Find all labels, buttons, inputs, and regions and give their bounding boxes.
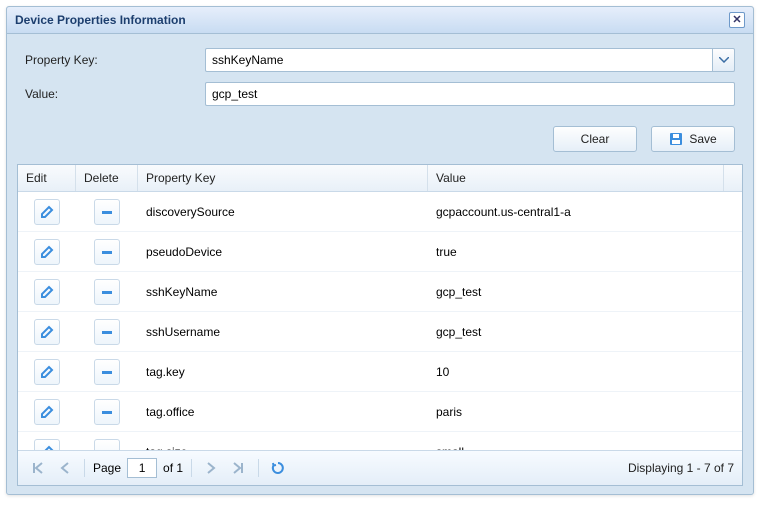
delete-button[interactable] <box>94 279 120 305</box>
cell-value: gcpaccount.us-central1-a <box>428 201 742 223</box>
page-prev-icon <box>60 462 70 474</box>
property-key-row: Property Key: <box>25 48 735 72</box>
clear-button[interactable]: Clear <box>553 126 637 152</box>
page-last-icon <box>233 462 245 474</box>
edit-pencil-icon <box>40 245 54 259</box>
dialog-header: Device Properties Information ✕ <box>7 7 753 34</box>
delete-minus-icon <box>100 405 114 419</box>
device-properties-dialog: Device Properties Information ✕ Property… <box>6 6 754 495</box>
col-header-scroll <box>724 165 742 191</box>
form-area: Property Key: Value: <box>7 34 753 122</box>
grid-header: Edit Delete Property Key Value <box>18 165 742 192</box>
button-row: Clear Save <box>7 122 753 164</box>
col-header-delete[interactable]: Delete <box>76 165 138 191</box>
cell-key: tag.office <box>138 401 428 423</box>
col-header-value[interactable]: Value <box>428 165 724 191</box>
value-row: Value: <box>25 82 735 106</box>
edit-pencil-icon <box>40 205 54 219</box>
close-icon: ✕ <box>732 14 741 26</box>
delete-minus-icon <box>100 245 114 259</box>
clear-label: Clear <box>581 132 610 146</box>
value-label: Value: <box>25 87 205 101</box>
table-row[interactable]: sshUsernamegcp_test <box>18 312 742 352</box>
edit-button[interactable] <box>34 319 60 345</box>
edit-button[interactable] <box>34 239 60 265</box>
refresh-button[interactable] <box>267 457 289 479</box>
close-button[interactable]: ✕ <box>729 12 745 28</box>
edit-button[interactable] <box>34 199 60 225</box>
table-row[interactable]: pseudoDevicetrue <box>18 232 742 272</box>
cell-key: pseudoDevice <box>138 241 428 263</box>
delete-button[interactable] <box>94 439 120 451</box>
separator <box>191 459 192 477</box>
grid-body[interactable]: discoverySourcegcpaccount.us-central1-ap… <box>18 192 742 450</box>
page-of-label: of 1 <box>163 461 183 475</box>
delete-minus-icon <box>100 445 114 451</box>
cell-value: true <box>428 241 742 263</box>
refresh-icon <box>271 461 285 475</box>
page-label: Page <box>93 461 121 475</box>
delete-button[interactable] <box>94 359 120 385</box>
cell-key: tag.key <box>138 361 428 383</box>
delete-button[interactable] <box>94 199 120 225</box>
page-first-icon <box>31 462 43 474</box>
page-input[interactable] <box>127 458 157 478</box>
col-header-key[interactable]: Property Key <box>138 165 428 191</box>
edit-button[interactable] <box>34 359 60 385</box>
chevron-down-icon <box>719 57 729 63</box>
edit-pencil-icon <box>40 325 54 339</box>
cell-value: paris <box>428 401 742 423</box>
col-header-edit[interactable]: Edit <box>18 165 76 191</box>
table-row[interactable]: tag.key10 <box>18 352 742 392</box>
edit-button[interactable] <box>34 439 60 451</box>
table-row[interactable]: sshKeyNamegcp_test <box>18 272 742 312</box>
edit-button[interactable] <box>34 279 60 305</box>
paging-display: Displaying 1 - 7 of 7 <box>628 461 734 475</box>
property-key-trigger[interactable] <box>713 48 735 72</box>
cell-key: tag.size <box>138 441 428 451</box>
page-next-button[interactable] <box>200 457 222 479</box>
save-disk-icon <box>669 132 683 146</box>
paging-toolbar: Page of 1 Displaying 1 - 7 of 7 <box>18 450 742 485</box>
table-row[interactable]: tag.sizesmall <box>18 432 742 450</box>
page-last-button[interactable] <box>228 457 250 479</box>
delete-button[interactable] <box>94 399 120 425</box>
save-label: Save <box>689 132 716 146</box>
page-first-button[interactable] <box>26 457 48 479</box>
edit-button[interactable] <box>34 399 60 425</box>
property-key-input[interactable] <box>205 48 713 72</box>
table-row[interactable]: tag.officeparis <box>18 392 742 432</box>
property-key-label: Property Key: <box>25 53 205 67</box>
property-key-combo <box>205 48 735 72</box>
delete-minus-icon <box>100 365 114 379</box>
delete-minus-icon <box>100 285 114 299</box>
separator <box>84 459 85 477</box>
cell-key: sshKeyName <box>138 281 428 303</box>
cell-key: sshUsername <box>138 321 428 343</box>
cell-value: gcp_test <box>428 321 742 343</box>
properties-grid: Edit Delete Property Key Value discovery… <box>17 164 743 486</box>
cell-value: 10 <box>428 361 742 383</box>
delete-minus-icon <box>100 205 114 219</box>
delete-button[interactable] <box>94 239 120 265</box>
table-row[interactable]: discoverySourcegcpaccount.us-central1-a <box>18 192 742 232</box>
edit-pencil-icon <box>40 405 54 419</box>
delete-minus-icon <box>100 325 114 339</box>
edit-pencil-icon <box>40 285 54 299</box>
page-prev-button[interactable] <box>54 457 76 479</box>
cell-key: discoverySource <box>138 201 428 223</box>
delete-button[interactable] <box>94 319 120 345</box>
separator <box>258 459 259 477</box>
value-input[interactable] <box>205 82 735 106</box>
edit-pencil-icon <box>40 445 54 451</box>
dialog-title: Device Properties Information <box>15 13 729 27</box>
cell-value: small <box>428 441 742 451</box>
cell-value: gcp_test <box>428 281 742 303</box>
edit-pencil-icon <box>40 365 54 379</box>
page-next-icon <box>206 462 216 474</box>
save-button[interactable]: Save <box>651 126 735 152</box>
